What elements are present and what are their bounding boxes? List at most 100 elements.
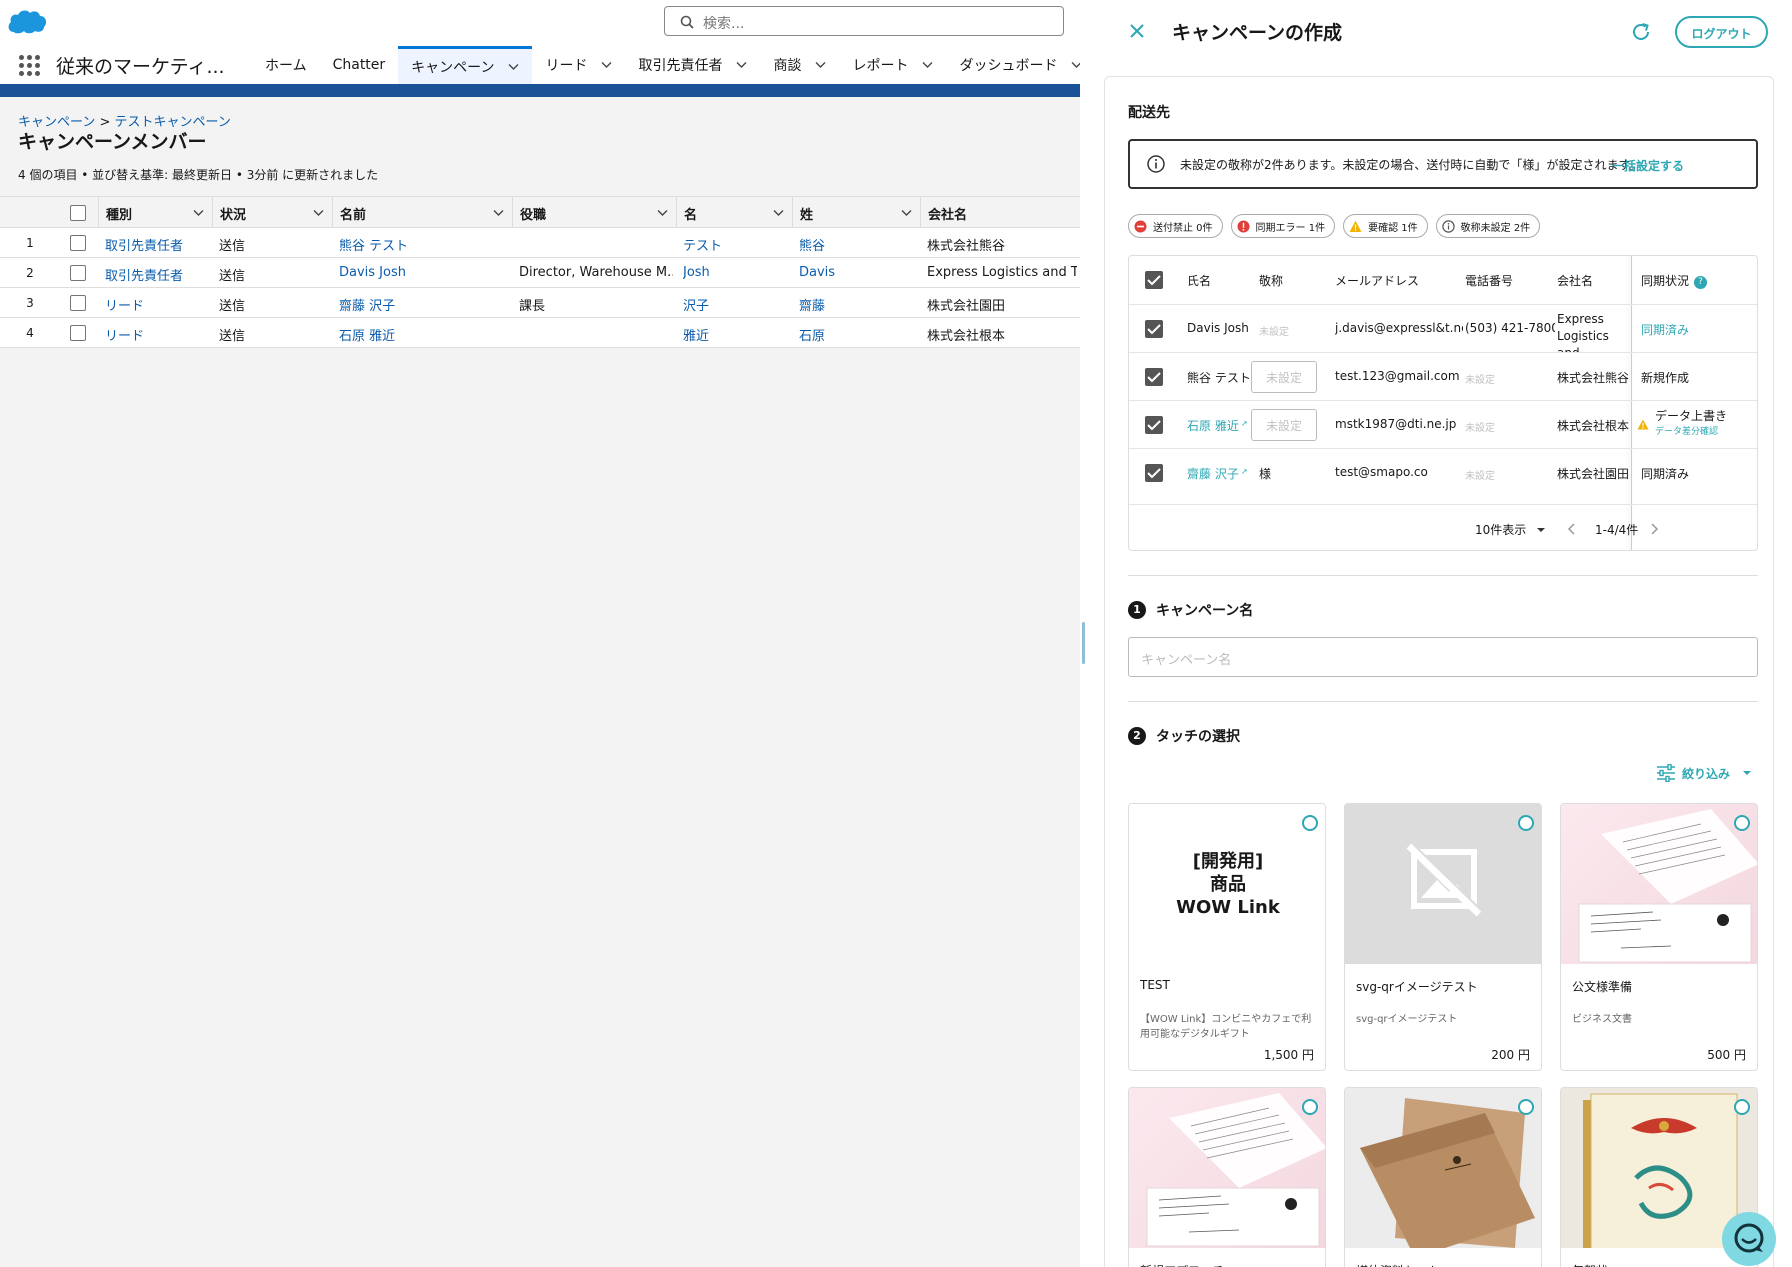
- filter-button[interactable]: 絞り込み: [1656, 764, 1752, 782]
- chevron-down-icon[interactable]: [773, 209, 784, 217]
- select-radio[interactable]: [1518, 1099, 1534, 1115]
- column-header[interactable]: 状況: [212, 197, 332, 229]
- chevron-down-icon[interactable]: [313, 209, 324, 217]
- touch-card[interactable]: 公文様準備 ビジネス文書 500 円: [1560, 803, 1758, 1071]
- row-checkbox[interactable]: [70, 325, 86, 341]
- cell-type[interactable]: 取引先責任者: [105, 228, 209, 258]
- chevron-down-icon[interactable]: [815, 61, 826, 69]
- status-chip[interactable]: 同期エラー 1件: [1230, 214, 1336, 238]
- cell-first[interactable]: 雅近: [683, 318, 789, 348]
- diff-check-link[interactable]: データ差分確認: [1655, 424, 1757, 437]
- cell-name[interactable]: Davis Josh: [339, 258, 509, 288]
- chevron-down-icon[interactable]: [493, 209, 504, 217]
- status-chip[interactable]: 送付禁止 0件: [1128, 214, 1223, 238]
- nav-tab[interactable]: 商談: [760, 46, 839, 84]
- nav-tab[interactable]: リード: [532, 46, 625, 84]
- cell-type[interactable]: 取引先責任者: [105, 258, 209, 288]
- column-header[interactable]: 名: [676, 197, 792, 229]
- honorific-input[interactable]: 未設定: [1251, 361, 1317, 393]
- chevron-down-icon[interactable]: [657, 209, 668, 217]
- select-all-checkbox[interactable]: [70, 205, 86, 221]
- recipient-row: 熊谷 テスト 未設定 test.123@gmail.com 未設定 株式会社熊谷 新規作成: [1129, 352, 1757, 400]
- column-header[interactable]: 役職: [512, 197, 676, 229]
- chevron-down-icon[interactable]: [922, 61, 933, 69]
- recipient-checkbox[interactable]: [1145, 368, 1163, 386]
- column-header[interactable]: 会社名: [920, 197, 1080, 229]
- cell-name[interactable]: 熊谷 テスト: [339, 228, 509, 258]
- chevron-down-icon[interactable]: [601, 61, 612, 69]
- select-radio[interactable]: [1734, 1099, 1750, 1115]
- cell-name[interactable]: 齋藤 沢子: [339, 288, 509, 318]
- row-checkbox[interactable]: [70, 235, 86, 251]
- refresh-icon[interactable]: [1629, 20, 1653, 44]
- cell-last[interactable]: Davis: [799, 258, 917, 288]
- cell-type[interactable]: リード: [105, 288, 209, 318]
- cell-company: 株式会社熊谷: [927, 239, 1006, 254]
- column-header[interactable]: 名前: [332, 197, 512, 229]
- cell-name[interactable]: 石原 雅近: [339, 318, 509, 348]
- row-checkbox[interactable]: [70, 265, 86, 281]
- touch-card[interactable]: 媒体資料セット: [1344, 1087, 1542, 1267]
- help-icon[interactable]: ?: [1694, 276, 1708, 289]
- touch-card-title: 公文様準備: [1572, 980, 1633, 994]
- nav-tab[interactable]: 取引先責任者: [625, 46, 760, 84]
- nav-tab[interactable]: キャンペーン: [398, 46, 533, 84]
- cell-first[interactable]: Josh: [683, 258, 789, 288]
- touch-card-image: [1561, 804, 1757, 964]
- honorific-input[interactable]: 未設定: [1251, 409, 1317, 441]
- cell-first[interactable]: 沢子: [683, 288, 789, 318]
- sync-status[interactable]: 同期済み: [1641, 305, 1741, 353]
- status-chip[interactable]: 敬称未設定 2件: [1435, 214, 1541, 238]
- recipient-name[interactable]: 齋藤 沢子 ↗: [1187, 449, 1257, 497]
- select-radio[interactable]: [1302, 815, 1318, 831]
- prev-page-icon[interactable]: [1567, 523, 1577, 535]
- row-checkbox[interactable]: [70, 295, 86, 311]
- nav-tab-label: 商談: [773, 58, 802, 74]
- chevron-down-icon[interactable]: [193, 209, 204, 217]
- chat-widget-button[interactable]: [1722, 1212, 1776, 1266]
- bulk-set-link[interactable]: 一括設定する: [1612, 157, 1684, 174]
- cell-type[interactable]: リード: [105, 318, 209, 348]
- resize-handle[interactable]: [1082, 622, 1085, 664]
- touch-card[interactable]: [開発用] 商品 WOW Link TEST 【WOW Link】コンビニやカフェで利用…: [1128, 803, 1326, 1071]
- app-nav-bar: 従来のマーケティ... ホーム Chatter キャンペーン リード 取引先責任者 商談 レ…: [0, 46, 1080, 84]
- campaign-name-input[interactable]: キャンペーン名: [1128, 637, 1758, 677]
- chevron-down-icon[interactable]: [508, 63, 519, 71]
- chevron-down-icon[interactable]: [1071, 61, 1080, 69]
- recipient-checkbox[interactable]: [1145, 464, 1163, 482]
- touch-card[interactable]: 新規アプローチ: [1128, 1087, 1326, 1267]
- chevron-down-icon[interactable]: [736, 61, 747, 69]
- cell-last[interactable]: 齋藤: [799, 288, 917, 318]
- honorific-info-banner: 未設定の敬称が2件あります。未設定の場合、送付時に自動で「様」が設定されます。 …: [1128, 139, 1758, 189]
- chevron-down-icon[interactable]: [901, 209, 912, 217]
- select-radio[interactable]: [1518, 815, 1534, 831]
- close-icon[interactable]: [1128, 22, 1146, 40]
- column-header[interactable]: 姓: [792, 197, 920, 229]
- recipient-checkbox[interactable]: [1145, 320, 1163, 338]
- logout-button[interactable]: ログアウト: [1675, 16, 1768, 48]
- campaign-create-panel: キャンペーンの作成 ログアウト 配送先 未設定の敬称が2件あります。未設定の場合…: [1086, 0, 1792, 1267]
- recipient-checkbox[interactable]: [1145, 416, 1163, 434]
- column-header[interactable]: 種別: [98, 197, 212, 229]
- nav-tab[interactable]: ダッシュボード: [946, 46, 1080, 84]
- nav-tab-label: リード: [545, 58, 588, 74]
- cell-first[interactable]: テスト: [683, 228, 789, 258]
- nav-tab[interactable]: Chatter: [320, 46, 399, 84]
- nav-tab-label: Chatter: [332, 57, 386, 73]
- select-radio[interactable]: [1734, 815, 1750, 831]
- cell-last[interactable]: 石原: [799, 318, 917, 348]
- page-size-select[interactable]: 10件表示: [1475, 521, 1546, 538]
- select-all-recipients-checkbox[interactable]: [1145, 271, 1163, 289]
- touch-card[interactable]: svg-qrイメージテスト svg-qrイメージテスト 200 円: [1344, 803, 1542, 1071]
- recipient-name[interactable]: 石原 雅近 ↗: [1187, 401, 1257, 449]
- salesforce-logo[interactable]: [6, 6, 48, 36]
- select-radio[interactable]: [1302, 1099, 1318, 1115]
- status-chip[interactable]: 要確認 1件: [1343, 214, 1428, 238]
- recipient-column-header: 電話番号: [1465, 256, 1513, 304]
- global-search-input[interactable]: 検索...: [664, 6, 1064, 36]
- cell-last[interactable]: 熊谷: [799, 228, 917, 258]
- nav-tab[interactable]: ホーム: [252, 46, 320, 84]
- next-page-icon[interactable]: [1649, 523, 1659, 535]
- nav-tab[interactable]: レポート: [839, 46, 946, 84]
- app-launcher-icon[interactable]: [19, 55, 41, 77]
